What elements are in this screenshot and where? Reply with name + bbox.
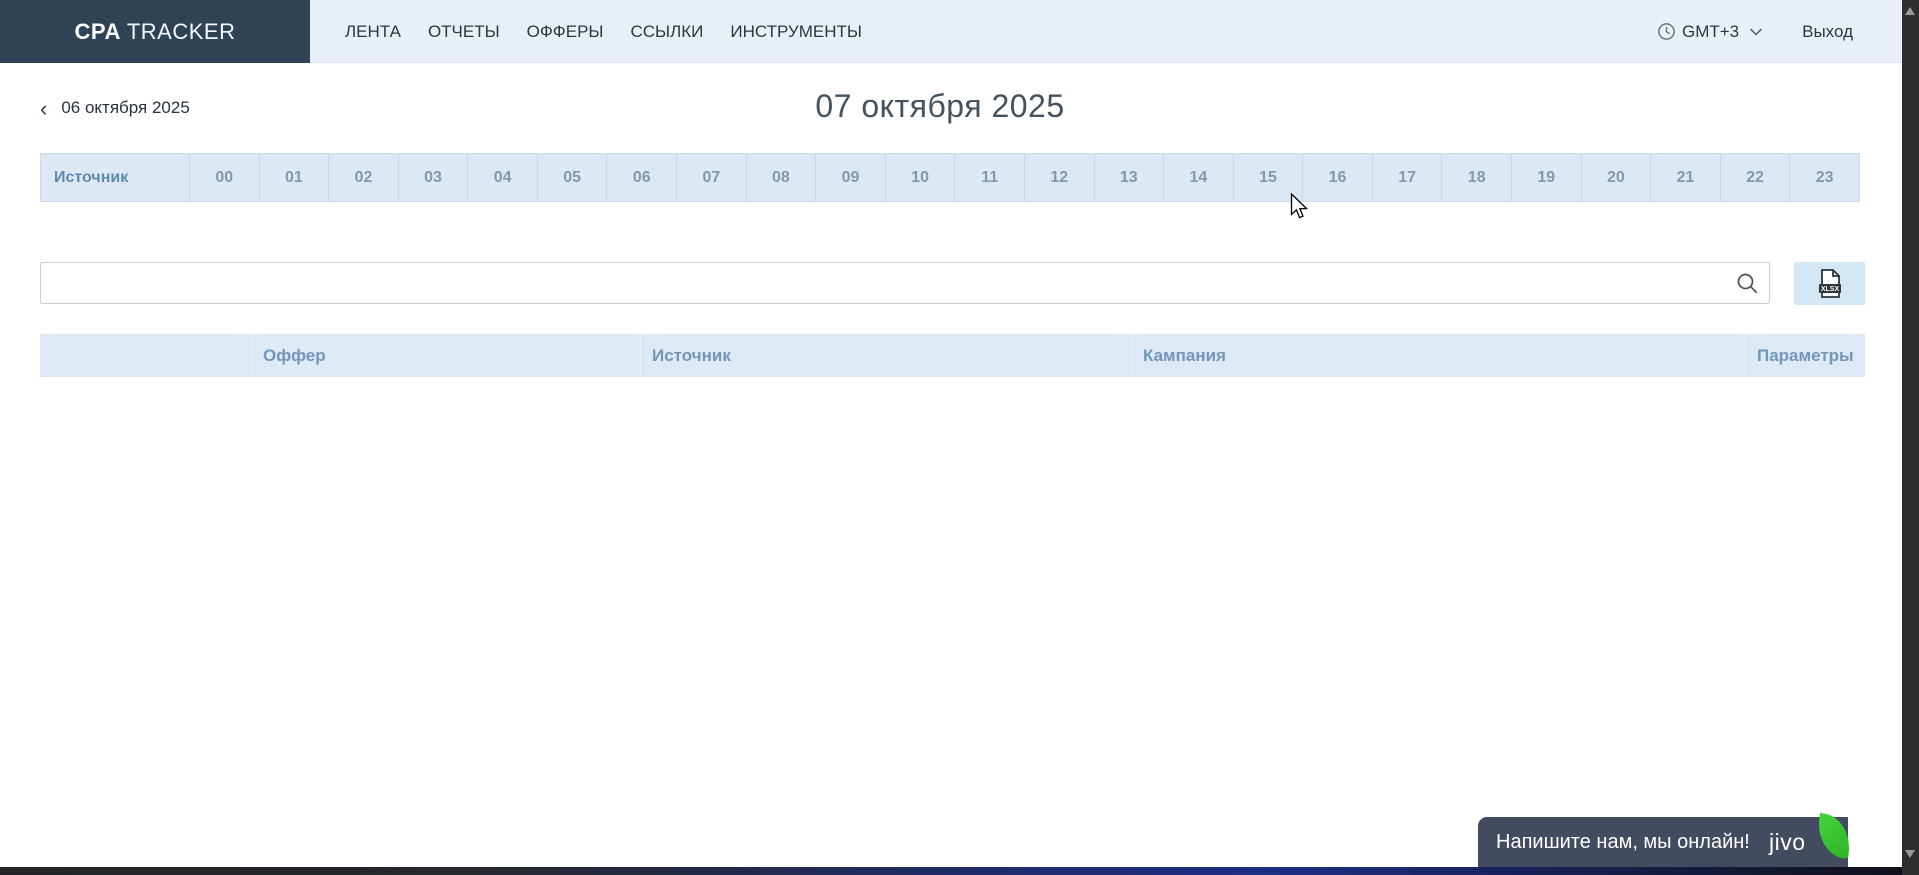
hour-cell-03: 03 xyxy=(399,154,469,201)
page-title: 07 октября 2025 xyxy=(0,88,1880,125)
chevron-down-icon xyxy=(1750,28,1762,36)
hour-cell-09: 09 xyxy=(816,154,886,201)
search-input[interactable] xyxy=(40,262,1770,304)
hour-cell-19: 19 xyxy=(1512,154,1582,201)
jivo-logo: jivo xyxy=(1769,829,1806,856)
logo-bold: CPA xyxy=(75,19,121,45)
results-column-header-4: Параметры xyxy=(1746,334,1865,377)
hour-cell-12: 12 xyxy=(1025,154,1095,201)
app-logo[interactable]: CPA TRACKER xyxy=(0,0,310,63)
nav-item-3[interactable]: ССЫЛКИ xyxy=(630,22,703,42)
hour-cell-18: 18 xyxy=(1442,154,1512,201)
hour-cell-06: 06 xyxy=(607,154,677,201)
timezone-dropdown[interactable]: GMT+3 xyxy=(1658,22,1762,42)
jivo-leaf-icon xyxy=(1814,813,1854,859)
chat-widget[interactable]: Напишите нам, мы онлайн! jivo xyxy=(1478,817,1848,868)
hour-cell-01: 01 xyxy=(260,154,330,201)
hour-cell-08: 08 xyxy=(747,154,817,201)
clock-icon xyxy=(1658,23,1675,40)
nav-item-0[interactable]: ЛЕНТА xyxy=(345,22,401,42)
hour-cell-05: 05 xyxy=(538,154,608,201)
svg-text:XLSX: XLSX xyxy=(1820,286,1839,293)
hour-cell-04: 04 xyxy=(468,154,538,201)
results-column-header-0 xyxy=(40,334,252,377)
hour-cell-21: 21 xyxy=(1651,154,1721,201)
hour-cell-22: 22 xyxy=(1721,154,1791,201)
nav-item-1[interactable]: ОТЧЕТЫ xyxy=(428,22,500,42)
hour-cell-10: 10 xyxy=(886,154,956,201)
hours-header-row: Источник 0001020304050607080910111213141… xyxy=(40,153,1860,202)
logo-rest: TRACKER xyxy=(127,19,236,45)
scrollbar[interactable] xyxy=(1902,0,1919,875)
hour-cell-15: 15 xyxy=(1234,154,1304,201)
search-icon[interactable] xyxy=(1736,272,1758,294)
results-column-header-2: Источник xyxy=(641,334,1132,377)
xlsx-file-icon: XLSX xyxy=(1817,269,1843,299)
nav-item-2[interactable]: ОФФЕРЫ xyxy=(527,22,604,42)
results-table-header: ОфферИсточникКампанияПараметры xyxy=(40,334,1865,377)
hour-cell-14: 14 xyxy=(1164,154,1234,201)
scroll-down-arrow-icon[interactable] xyxy=(1905,850,1915,858)
hour-cell-23: 23 xyxy=(1790,154,1859,201)
bottom-window-edge xyxy=(0,867,1919,875)
hour-cell-17: 17 xyxy=(1373,154,1443,201)
hour-cell-02: 02 xyxy=(329,154,399,201)
hour-cell-20: 20 xyxy=(1582,154,1652,201)
results-column-header-1: Оффер xyxy=(252,334,641,377)
main-nav: ЛЕНТА ОТЧЕТЫ ОФФЕРЫ ССЫЛКИ ИНСТРУМЕНТЫ xyxy=(345,0,862,63)
timezone-label: GMT+3 xyxy=(1682,22,1739,42)
logout-link[interactable]: Выход xyxy=(1802,22,1853,42)
results-column-header-3: Кампания xyxy=(1132,334,1746,377)
chat-message: Напишите нам, мы онлайн! xyxy=(1478,831,1750,854)
navbar-right: GMT+3 Выход xyxy=(1658,0,1853,63)
scroll-up-arrow-icon[interactable] xyxy=(1905,7,1915,15)
hour-cell-07: 07 xyxy=(677,154,747,201)
export-xlsx-button[interactable]: XLSX xyxy=(1794,262,1865,305)
page: CPA TRACKER ЛЕНТА ОТЧЕТЫ ОФФЕРЫ ССЫЛКИ ИНСТР… xyxy=(0,0,1919,875)
hour-cell-16: 16 xyxy=(1303,154,1373,201)
search-bar xyxy=(40,262,1770,304)
nav-item-4[interactable]: ИНСТРУМЕНТЫ xyxy=(730,22,862,42)
navbar: CPA TRACKER ЛЕНТА ОТЧЕТЫ ОФФЕРЫ ССЫЛКИ ИНСТР… xyxy=(0,0,1919,63)
hour-cell-11: 11 xyxy=(955,154,1025,201)
hour-cell-13: 13 xyxy=(1095,154,1165,201)
hour-cell-00: 00 xyxy=(190,154,260,201)
hours-source-header: Источник xyxy=(41,154,190,201)
